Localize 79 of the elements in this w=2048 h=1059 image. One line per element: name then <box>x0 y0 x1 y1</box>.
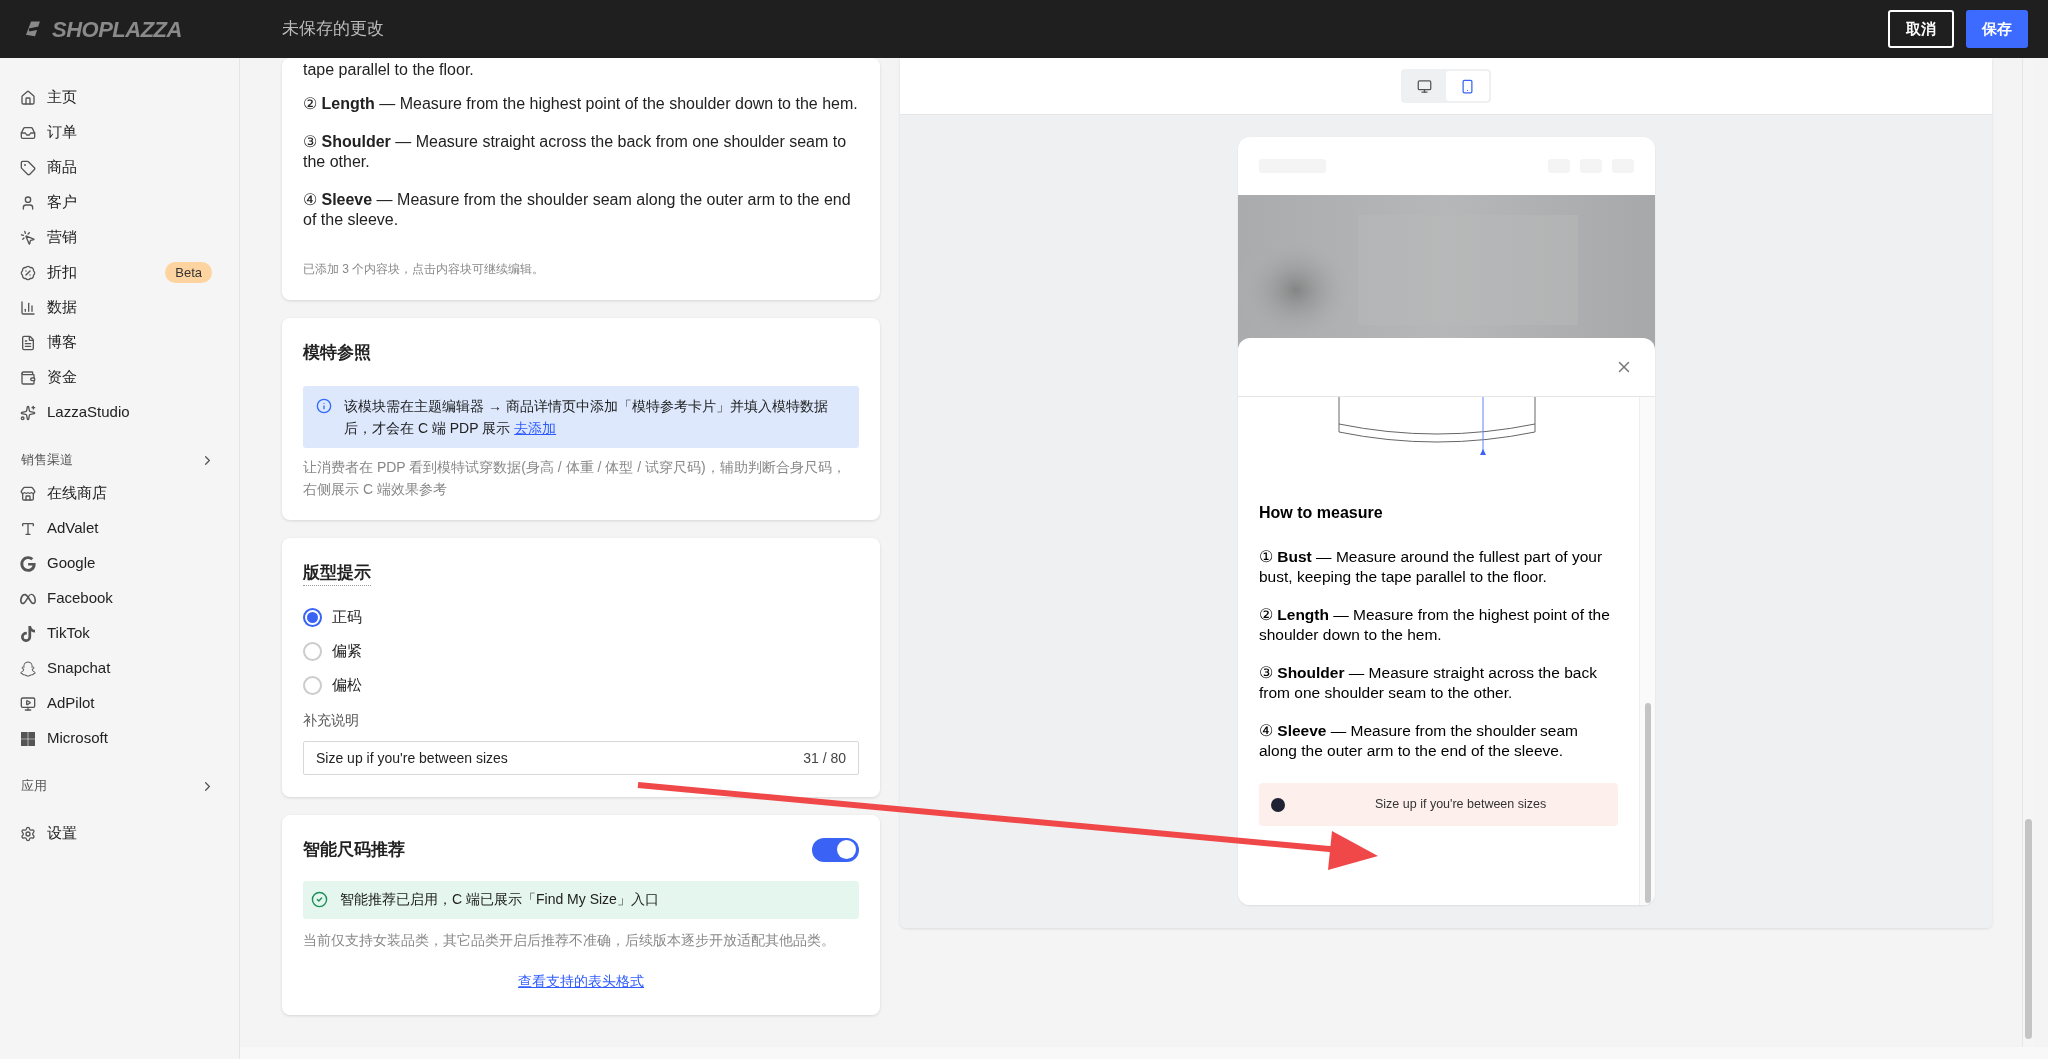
inbox-icon <box>20 124 36 141</box>
settings-icon <box>20 825 36 842</box>
sparkle-icon <box>20 404 36 421</box>
scrollbar-thumb[interactable] <box>2025 819 2032 1039</box>
info-icon <box>316 397 332 414</box>
paragraph: ③ Shoulder — Measure straight across the back from one shoulder seam to the other. <box>303 132 848 172</box>
home-icon <box>20 89 36 106</box>
beta-badge: Beta <box>165 261 212 284</box>
header-format-link[interactable]: 查看支持的表头格式 <box>518 972 644 989</box>
page-title: 未保存的更改 <box>282 18 385 41</box>
nav-item[interactable]: Microsoft <box>0 721 239 756</box>
section-title: 智能尺码推荐 <box>303 839 405 861</box>
nav-item[interactable]: 营销 <box>0 220 239 255</box>
description-text: 让消费者在 PDP 看到模特试穿数据(身高 / 体重 / 体型 / 试穿尺码)，辅助判断合身尺码，右侧展示 C 端效果参考 <box>303 457 847 499</box>
nav-item[interactable]: 资金 <box>0 360 239 395</box>
nav-item[interactable]: Snapchat <box>0 651 239 686</box>
notice-text: 智能推荐已启用，C 端已展示「Find My Size」入口 <box>340 890 659 909</box>
info-text: 该模块需在主题编辑器 → 商品详情页中添加「模特参考卡片」并填入模特数据后，才会在 C 端 PDP 展示 去添加 <box>344 396 829 438</box>
helper-text: 已添加 3 个内容块，点击内容块可继续编辑。 <box>303 261 546 278</box>
nav-item[interactable]: 折扣 Beta <box>0 255 239 290</box>
tiktok-icon <box>20 625 36 642</box>
person-icon <box>20 194 36 211</box>
paragraph: ③ Shoulder — Measure straight across the back from one shoulder seam to the other. <box>1259 663 1598 703</box>
paragraph: ④ Sleeve — Measure from the shoulder seam along the outer arm to the end of the sleeve. <box>303 190 852 230</box>
toggle-switch[interactable] <box>812 837 859 862</box>
note-input[interactable]: Size up if you're between sizes 31 / 80 <box>303 741 859 775</box>
nav-item[interactable]: 主页 <box>0 80 239 115</box>
google-icon <box>20 555 36 572</box>
cursor-icon <box>20 229 36 246</box>
fit-note-text: Size up if you're between sizes <box>1375 796 1547 814</box>
scrollbar-thumb[interactable] <box>1644 703 1651 903</box>
nav-item[interactable]: LazzaStudio <box>0 395 239 430</box>
nav-item[interactable]: Google <box>0 546 239 581</box>
section-header[interactable]: 应用 <box>0 770 239 802</box>
save-button[interactable]: 保存 <box>1966 10 2028 48</box>
section-title: 模特参照 <box>303 342 372 364</box>
nav-item[interactable]: AdPilot <box>0 686 239 721</box>
radio-button[interactable] <box>303 607 322 627</box>
discount-tag-icon <box>20 264 36 281</box>
radio-option[interactable]: 正码 <box>303 600 859 634</box>
add-link[interactable]: 去添加 <box>514 419 557 436</box>
paragraph: ② Length — Measure from the highest point of the shoulder down to the hem. <box>303 94 859 114</box>
nav-item[interactable]: TikTok <box>0 616 239 651</box>
tag-icon <box>20 159 36 176</box>
cancel-button[interactable]: 取消 <box>1888 10 1954 48</box>
character-counter: 31 / 80 <box>803 748 846 768</box>
monitor-icon <box>1417 78 1432 94</box>
radio-option[interactable]: 偏松 <box>303 668 859 702</box>
document-icon <box>20 334 36 351</box>
wallet-icon <box>20 369 36 386</box>
nav-item[interactable]: 客户 <box>0 185 239 220</box>
description-text: 当前仅支持女装品类，其它品类开启后推荐不准确，后续版本逐步开放适配其他品类。 <box>303 930 836 950</box>
field-label: 补充说明 <box>303 711 360 730</box>
nav-item[interactable]: 博客 <box>0 325 239 360</box>
paragraph: ① Bust — Measure around the fullest part of your bust, keeping the tape parallel to the floor. <box>1259 547 1604 587</box>
nav-item[interactable]: Facebook <box>0 581 239 616</box>
nav-item[interactable]: 订单 <box>0 115 239 150</box>
paragraph: ② Length — Measure from the highest point of the shoulder down to the hem. <box>1259 605 1611 645</box>
radio-option[interactable]: 偏紧 <box>303 634 859 668</box>
nav-item[interactable]: 数据 <box>0 290 239 325</box>
nav-item[interactable]: AdValet <box>0 511 239 546</box>
nav-item[interactable]: 设置 <box>0 816 239 851</box>
device-tab[interactable] <box>1446 71 1489 101</box>
letter-icon <box>20 520 36 537</box>
bar-chart-icon <box>20 299 36 316</box>
section-title: 版型提示 <box>303 559 371 586</box>
paragraph: ④ Sleeve — Measure from the shoulder seam along the outer arm to the end of the sleeve. <box>1259 721 1579 761</box>
ghost-icon <box>20 660 36 677</box>
check-circle-icon <box>311 891 328 908</box>
phone-icon <box>1460 78 1475 94</box>
ad-screen-icon <box>20 695 36 712</box>
store-icon <box>20 485 36 502</box>
modal-heading: How to measure <box>1259 503 1384 523</box>
brand-logo: SHOPLAZZA <box>52 15 182 44</box>
paragraph: tape parallel to the floor. <box>303 60 475 80</box>
section-header[interactable]: 销售渠道 <box>0 444 239 476</box>
windows-icon <box>20 730 36 747</box>
nav-item[interactable]: 在线商店 <box>0 476 239 511</box>
nav-item[interactable]: 商品 <box>0 150 239 185</box>
